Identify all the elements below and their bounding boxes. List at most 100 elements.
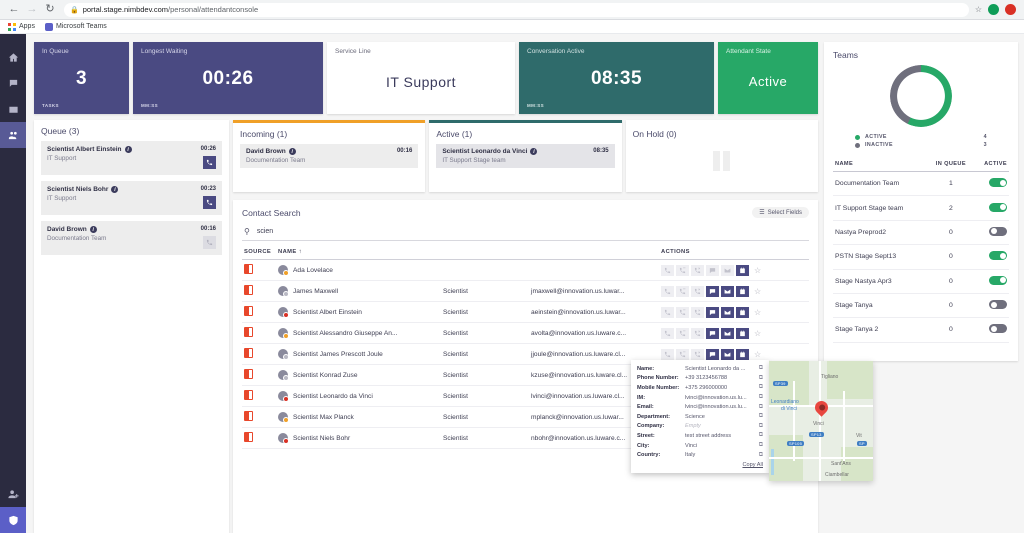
- action-chat-button[interactable]: [706, 327, 719, 339]
- action-chat-button[interactable]: [706, 348, 719, 360]
- column-header-name[interactable]: NAME ↑: [276, 245, 441, 260]
- copy-icon[interactable]: ⧉: [759, 423, 763, 430]
- team-active-toggle[interactable]: [989, 275, 1007, 285]
- info-icon[interactable]: i: [530, 148, 538, 155]
- table-row[interactable]: Scientist Alessandro Giuseppe An... Scien…: [242, 322, 809, 344]
- address-bar[interactable]: 🔒 portal.stage.nimbdev.com/personal/atte…: [64, 2, 969, 17]
- table-row[interactable]: Nastya Preprod2 0: [833, 220, 1009, 246]
- contact-actions-cell: ☆: [659, 322, 809, 344]
- profile-avatar[interactable]: [988, 4, 999, 15]
- sidebar-item-add-person[interactable]: [0, 481, 26, 507]
- sidebar-item-attendant-console[interactable]: [0, 122, 26, 148]
- favorite-star-icon[interactable]: ☆: [754, 287, 761, 296]
- copy-icon[interactable]: ⧉: [759, 384, 763, 391]
- kpi-label: Conversation Active: [527, 48, 585, 55]
- team-active-toggle[interactable]: [989, 251, 1007, 261]
- back-arrow-icon[interactable]: ←: [8, 4, 20, 15]
- team-active-toggle[interactable]: [989, 178, 1007, 188]
- info-icon[interactable]: i: [288, 148, 296, 155]
- action-calendar-button[interactable]: [736, 306, 749, 318]
- info-icon[interactable]: i: [124, 146, 132, 153]
- copy-icon[interactable]: ⧉: [759, 394, 763, 401]
- detail-value: test street address: [685, 432, 732, 439]
- kpi-value: Active: [748, 74, 788, 90]
- team-name-cell: IT Support Stage team: [833, 195, 929, 221]
- info-icon[interactable]: i: [89, 226, 97, 233]
- queue-item-name: Scientist Albert Einstein: [47, 146, 122, 153]
- favorite-star-icon[interactable]: ☆: [754, 266, 761, 275]
- team-in-queue-cell: 1: [928, 171, 974, 197]
- answer-call-button[interactable]: [203, 196, 216, 209]
- action-chat-button[interactable]: [706, 306, 719, 318]
- active-item[interactable]: Scientist Leonardo da Vinci i IT Support…: [436, 144, 615, 168]
- answer-call-button[interactable]: [203, 156, 216, 169]
- team-active-toggle[interactable]: [989, 226, 1007, 236]
- queue-item[interactable]: Scientist Niels Bohr i IT Support 00:23: [41, 181, 222, 215]
- team-active-toggle[interactable]: [989, 324, 1007, 334]
- favorite-star-icon[interactable]: ☆: [754, 329, 761, 338]
- sidebar-item-home[interactable]: [0, 44, 26, 70]
- contact-source-cell: [242, 364, 276, 386]
- copy-icon[interactable]: ⧉: [759, 404, 763, 411]
- action-consult-button: [691, 264, 704, 276]
- copy-icon[interactable]: ⧉: [759, 432, 763, 439]
- copy-icon[interactable]: ⧉: [759, 375, 763, 382]
- location-pin-icon: [812, 398, 831, 417]
- column-header-source[interactable]: SOURCE: [242, 245, 276, 260]
- table-row[interactable]: James Maxwell Scientist jmaxwell@innovatio…: [242, 280, 809, 302]
- select-fields-button[interactable]: ☰ Select Fields: [752, 207, 809, 218]
- action-email-button[interactable]: [721, 285, 734, 297]
- table-row[interactable]: Documentation Team 1: [833, 171, 1009, 197]
- kpi-conversation-active: Conversation Active 08:35 MM:SS: [519, 42, 714, 114]
- action-calendar-button[interactable]: [736, 327, 749, 339]
- action-email-button[interactable]: [721, 306, 734, 318]
- incoming-item[interactable]: David Brown i Documentation Team 00:16: [240, 144, 419, 168]
- reload-icon[interactable]: ↻: [44, 4, 56, 15]
- column-header-job-title[interactable]: [441, 245, 529, 260]
- action-calendar-button[interactable]: [736, 285, 749, 297]
- action-calendar-button[interactable]: [736, 264, 749, 276]
- bookmark-star-icon[interactable]: ☆: [975, 5, 982, 14]
- bookmark-microsoft-teams[interactable]: Microsoft Teams: [44, 22, 107, 31]
- action-chat-button[interactable]: [706, 285, 719, 297]
- contact-location-map[interactable]: Tigliano Leonardiano di Vinci Vinci Vit Sant'…: [769, 361, 873, 481]
- sidebar-item-calendar[interactable]: [0, 96, 26, 122]
- team-active-toggle[interactable]: [989, 202, 1007, 212]
- copy-icon[interactable]: ⧉: [759, 442, 763, 449]
- copy-icon[interactable]: ⧉: [759, 365, 763, 372]
- table-row[interactable]: Scientist Albert Einstein Scientist aeinst…: [242, 301, 809, 323]
- kpi-attendant-state[interactable]: Attendant State Active: [718, 42, 818, 114]
- contact-search-row[interactable]: ⚲ scien: [242, 223, 809, 241]
- contact-detail-row: Mobile Number: +375 296000000 ⧉: [637, 383, 763, 393]
- bookmark-apps[interactable]: Apps: [8, 22, 35, 31]
- column-header-email[interactable]: [529, 245, 659, 260]
- queue-item[interactable]: Scientist Albert Einstein i IT Support 0…: [41, 141, 222, 175]
- table-row[interactable]: Stage Tanya 0: [833, 293, 1009, 319]
- favorite-star-icon[interactable]: ☆: [754, 350, 761, 359]
- table-row[interactable]: Ada Lovelace ☆: [242, 259, 809, 281]
- copy-icon[interactable]: ⧉: [759, 452, 763, 459]
- team-active-toggle[interactable]: [989, 300, 1007, 310]
- map-label: Vinci: [813, 421, 824, 427]
- table-row[interactable]: PSTN Stage Sept13 0: [833, 244, 1009, 270]
- panels-row: Queue (3) Scientist Albert Einstein i IT…: [34, 120, 873, 533]
- action-email-button[interactable]: [721, 348, 734, 360]
- map-road-shield: SP39: [773, 381, 788, 386]
- forward-arrow-icon[interactable]: →: [26, 4, 38, 15]
- copy-icon[interactable]: ⧉: [759, 413, 763, 420]
- sidebar-item-chat[interactable]: [0, 70, 26, 96]
- favorite-star-icon[interactable]: ☆: [754, 308, 761, 317]
- queue-item[interactable]: David Brown i Documentation Team 00:16: [41, 221, 222, 255]
- sidebar-item-teams-app[interactable]: [0, 507, 26, 533]
- search-input[interactable]: scien: [257, 228, 273, 235]
- teams-icon: [44, 22, 53, 31]
- close-window-button[interactable]: [1005, 4, 1016, 15]
- copy-all-link[interactable]: Copy All: [637, 462, 763, 468]
- action-email-button[interactable]: [721, 327, 734, 339]
- map-label: Tigliano: [821, 374, 839, 380]
- table-row[interactable]: Stage Tanya 20: [833, 317, 1009, 343]
- info-icon[interactable]: i: [111, 186, 119, 193]
- table-row[interactable]: Stage Nastya Apr3 0: [833, 269, 1009, 294]
- action-calendar-button[interactable]: [736, 348, 749, 360]
- table-row[interactable]: IT Support Stage team 2: [833, 195, 1009, 221]
